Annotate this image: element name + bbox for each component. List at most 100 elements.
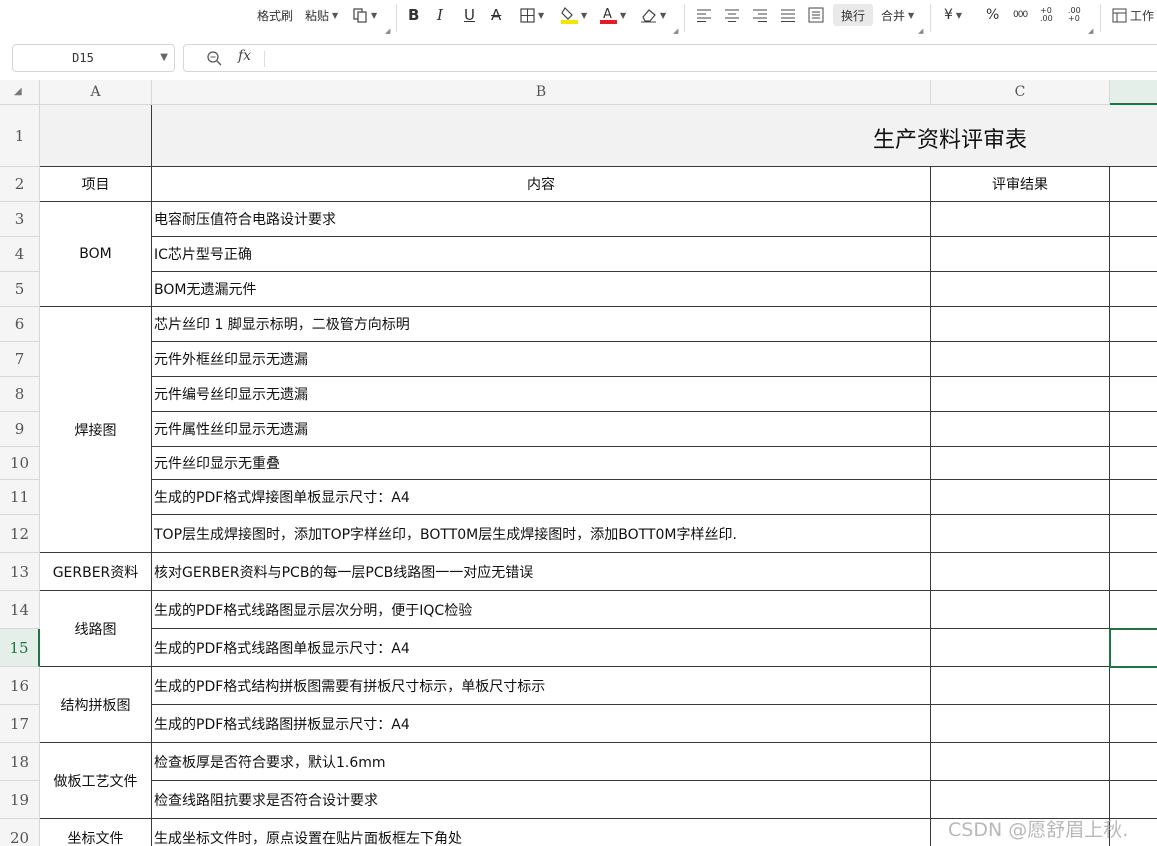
decrease-decimal-button[interactable]: .00 +0 [1068, 4, 1086, 26]
content-cell[interactable]: 生成坐标文件时，原点设置在贴片面板框左下角处 [152, 819, 931, 846]
content-cell[interactable]: 核对GERBER资料与PCB的每一层PCB线路图一一对应无错误 [152, 553, 931, 591]
row-header-4[interactable]: 4 [0, 237, 40, 272]
content-cell[interactable]: 元件编号丝印显示无遗漏 [152, 377, 931, 412]
content-cell[interactable]: 元件丝印显示无重叠 [152, 447, 931, 480]
column-header-a[interactable]: A [40, 80, 152, 105]
result-cell[interactable] [931, 705, 1110, 743]
result-cell[interactable] [931, 591, 1110, 629]
underline-button[interactable]: U [464, 4, 475, 26]
row-header-1[interactable]: 1 [0, 105, 40, 167]
content-cell[interactable]: 生成的PDF格式线路图显示层次分明，便于IQC检验 [152, 591, 931, 629]
paste-button[interactable]: 粘贴 ▼ [305, 4, 338, 26]
result-cell[interactable] [931, 667, 1110, 705]
result-cell[interactable] [931, 781, 1110, 819]
row-header-15[interactable]: 15 [0, 629, 40, 667]
group-gerber[interactable]: GERBER资料 [40, 553, 152, 591]
cell-d[interactable] [1110, 667, 1157, 705]
cell-d[interactable] [1110, 480, 1157, 515]
worksheet-button[interactable]: 工作 [1112, 4, 1154, 26]
row-header-7[interactable]: 7 [0, 342, 40, 377]
italic-button[interactable]: I [437, 4, 443, 26]
cell-d[interactable] [1110, 342, 1157, 377]
content-cell[interactable]: 检查板厚是否符合要求，默认1.6mm [152, 743, 931, 781]
content-cell[interactable]: IC芯片型号正确 [152, 237, 931, 272]
result-cell[interactable] [931, 629, 1110, 667]
increase-decimal-button[interactable]: +0 .00 [1040, 4, 1058, 26]
active-cell-selection[interactable] [1109, 628, 1157, 668]
content-cell[interactable]: 生成的PDF格式结构拼板图需要有拼板尺寸标示，单板尺寸标示 [152, 667, 931, 705]
content-cell[interactable]: 元件外框丝印显示无遗漏 [152, 342, 931, 377]
cell-a1[interactable] [40, 105, 152, 167]
result-cell[interactable] [931, 377, 1110, 412]
result-cell[interactable] [931, 480, 1110, 515]
strikethrough-button[interactable]: A [491, 4, 501, 26]
group-process-file[interactable]: 做板工艺文件 [40, 743, 152, 819]
formula-bar[interactable]: fx [183, 44, 1157, 72]
row-header-11[interactable]: 11 [0, 480, 40, 515]
result-cell[interactable] [931, 515, 1110, 553]
content-cell[interactable]: 生成的PDF格式线路图拼板显示尺寸：A4 [152, 705, 931, 743]
dialog-launcher-icon[interactable]: ◢ [918, 27, 923, 35]
result-cell[interactable] [931, 447, 1110, 480]
justify-button[interactable] [781, 4, 795, 26]
row-header-18[interactable]: 18 [0, 743, 40, 781]
border-button[interactable]: ▼ [520, 4, 544, 26]
row-header-8[interactable]: 8 [0, 377, 40, 412]
column-header-d[interactable] [1110, 80, 1157, 105]
cell-d[interactable] [1110, 202, 1157, 237]
align-right-button[interactable] [753, 4, 767, 26]
row-header-13[interactable]: 13 [0, 553, 40, 591]
bold-button[interactable]: B [408, 4, 419, 26]
dialog-launcher-icon[interactable]: ◢ [673, 27, 678, 35]
select-all-corner[interactable]: ◢ [0, 80, 40, 105]
content-cell[interactable]: 元件属性丝印显示无遗漏 [152, 412, 931, 447]
cell-d[interactable] [1110, 515, 1157, 553]
thousands-button[interactable]: 000 [1013, 4, 1028, 26]
cell-d[interactable] [1110, 412, 1157, 447]
cell-d[interactable] [1110, 743, 1157, 781]
result-cell[interactable] [931, 412, 1110, 447]
cell-d[interactable] [1110, 781, 1157, 819]
content-cell[interactable]: 生成的PDF格式线路图单板显示尺寸：A4 [152, 629, 931, 667]
font-color-button[interactable]: A ▼ [600, 4, 626, 26]
format-painter-button[interactable]: 格式刷 [257, 4, 293, 26]
percent-button[interactable]: % [986, 4, 999, 26]
cell-d[interactable] [1110, 272, 1157, 307]
dialog-launcher-icon[interactable]: ◢ [1088, 27, 1093, 35]
align-center-button[interactable] [725, 4, 739, 26]
header-item[interactable]: 项目 [40, 167, 152, 202]
content-cell[interactable]: 检查线路阻抗要求是否符合设计要求 [152, 781, 931, 819]
content-cell[interactable]: 芯片丝印 1 脚显示标明，二极管方向标明 [152, 307, 931, 342]
content-cell[interactable]: BOM无遗漏元件 [152, 272, 931, 307]
group-circuit-drawing[interactable]: 线路图 [40, 591, 152, 667]
cell-d2[interactable] [1110, 167, 1157, 202]
chevron-down-icon[interactable]: ▼ [160, 45, 168, 71]
zoom-icon[interactable] [206, 50, 222, 66]
row-header-14[interactable]: 14 [0, 591, 40, 629]
content-cell[interactable]: TOP层生成焊接图时，添加TOP字样丝印，BOTT0M层生成焊接图时，添加BOT… [152, 515, 931, 553]
group-panel-drawing[interactable]: 结构拼板图 [40, 667, 152, 743]
row-header-17[interactable]: 17 [0, 705, 40, 743]
row-header-2[interactable]: 2 [0, 167, 40, 202]
wrap-text-button[interactable]: 换行 [833, 4, 874, 26]
result-cell[interactable] [931, 307, 1110, 342]
row-header-9[interactable]: 9 [0, 412, 40, 447]
fx-icon[interactable]: fx [238, 48, 251, 64]
cell-d[interactable] [1110, 307, 1157, 342]
distributed-align-button[interactable] [808, 4, 824, 26]
cell-d[interactable] [1110, 591, 1157, 629]
row-header-16[interactable]: 16 [0, 667, 40, 705]
result-cell[interactable] [931, 553, 1110, 591]
dialog-launcher-icon[interactable]: ◢ [385, 27, 390, 35]
result-cell[interactable] [931, 237, 1110, 272]
group-bom[interactable]: BOM [40, 202, 152, 307]
copy-button[interactable]: ▼ [352, 4, 377, 26]
row-header-20[interactable]: 20 [0, 819, 40, 846]
content-cell[interactable]: 生成的PDF格式焊接图单板显示尺寸：A4 [152, 480, 931, 515]
clear-format-button[interactable]: ▼ [640, 4, 666, 26]
column-header-b[interactable]: B [152, 80, 931, 105]
result-cell[interactable] [931, 202, 1110, 237]
cell-d[interactable] [1110, 447, 1157, 480]
header-result[interactable]: 评审结果 [931, 167, 1110, 202]
row-header-10[interactable]: 10 [0, 447, 40, 480]
